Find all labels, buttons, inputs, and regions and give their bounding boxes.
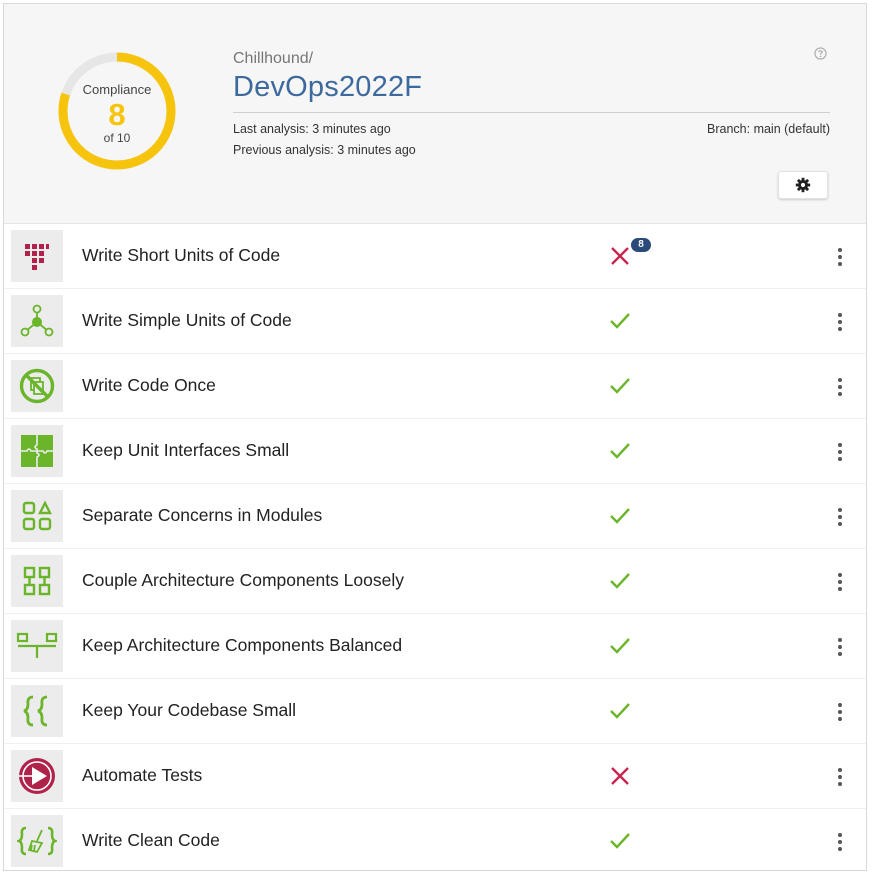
short-units-icon bbox=[25, 244, 49, 270]
header-divider bbox=[233, 112, 830, 113]
guideline-icon-tile bbox=[11, 685, 63, 737]
previous-analysis: Previous analysis: 3 minutes ago bbox=[233, 143, 416, 157]
guideline-icon-tile bbox=[11, 750, 63, 802]
pass-check-icon bbox=[610, 443, 630, 459]
guideline-label: Keep Architecture Components Balanced bbox=[82, 635, 403, 655]
gear-icon bbox=[795, 177, 811, 193]
pass-check-icon bbox=[610, 833, 630, 849]
guideline-label: Keep Unit Interfaces Small bbox=[82, 440, 290, 460]
more-options-icon[interactable] bbox=[830, 376, 850, 398]
guideline-icon-tile bbox=[11, 490, 63, 542]
pass-check-icon bbox=[610, 313, 630, 329]
guideline-row[interactable]: Write Code Once bbox=[4, 354, 866, 419]
guideline-icon-tile bbox=[11, 555, 63, 607]
repository-name[interactable]: DevOps2022F bbox=[233, 71, 422, 104]
guideline-row[interactable]: Keep Unit Interfaces Small bbox=[4, 419, 866, 484]
more-options-icon[interactable] bbox=[830, 246, 850, 268]
repository-owner[interactable]: Chillhound/ bbox=[233, 50, 313, 68]
pass-check-icon bbox=[610, 508, 630, 524]
guideline-list: Write Short Units of Code 8 Write Simple… bbox=[4, 224, 866, 873]
pass-check-icon bbox=[610, 378, 630, 394]
project-card: Compliance 8 of 10 Chillhound/ DevOps202… bbox=[3, 3, 867, 871]
components-icon bbox=[23, 566, 51, 596]
more-options-icon[interactable] bbox=[830, 506, 850, 528]
guideline-label: Couple Architecture Components Loosely bbox=[82, 570, 404, 590]
code-once-icon bbox=[19, 368, 55, 404]
more-options-icon[interactable] bbox=[830, 766, 850, 788]
pass-check-icon bbox=[610, 573, 630, 589]
guideline-label: Keep Your Codebase Small bbox=[82, 700, 297, 720]
guideline-row[interactable]: Automate Tests bbox=[4, 744, 866, 809]
more-options-icon[interactable] bbox=[830, 571, 850, 593]
guideline-label: Write Clean Code bbox=[82, 830, 220, 850]
braces-icon bbox=[23, 695, 48, 727]
guideline-row[interactable]: Write Simple Units of Code bbox=[4, 289, 866, 354]
project-header: Compliance 8 of 10 Chillhound/ DevOps202… bbox=[4, 4, 866, 224]
last-analysis: Last analysis: 3 minutes ago bbox=[233, 122, 391, 136]
guideline-icon-tile bbox=[11, 360, 63, 412]
puzzle-icon bbox=[21, 435, 53, 467]
guideline-label: Write Simple Units of Code bbox=[82, 310, 292, 330]
branch-info: Branch: main (default) bbox=[707, 122, 830, 136]
broom-braces-icon bbox=[17, 826, 57, 856]
guideline-icon-tile bbox=[11, 425, 63, 477]
compliance-max: of 10 bbox=[103, 131, 131, 145]
guideline-row[interactable]: Keep Your Codebase Small bbox=[4, 679, 866, 744]
question-circle-icon[interactable] bbox=[814, 47, 827, 60]
settings-button[interactable] bbox=[778, 171, 828, 199]
compliance-score: 8 bbox=[108, 97, 126, 132]
more-options-icon[interactable] bbox=[830, 701, 850, 723]
pass-check-icon bbox=[610, 703, 630, 719]
simple-units-icon bbox=[20, 304, 54, 337]
guideline-icon-tile bbox=[11, 620, 63, 672]
guideline-icon-tile bbox=[11, 815, 63, 867]
compliance-gauge: Compliance 8 of 10 bbox=[55, 49, 179, 173]
guideline-label: Separate Concerns in Modules bbox=[82, 505, 323, 525]
guideline-row[interactable]: Keep Architecture Components Balanced bbox=[4, 614, 866, 679]
more-options-icon[interactable] bbox=[830, 831, 850, 853]
pass-check-icon bbox=[610, 638, 630, 654]
guideline-label: Automate Tests bbox=[82, 765, 203, 785]
guideline-row[interactable]: Write Clean Code bbox=[4, 809, 866, 873]
guideline-row[interactable]: Couple Architecture Components Loosely bbox=[4, 549, 866, 614]
violation-count-badge: 8 bbox=[631, 238, 651, 252]
fail-cross-icon bbox=[611, 247, 629, 265]
compliance-label: Compliance bbox=[82, 82, 152, 97]
play-icon bbox=[19, 758, 55, 794]
guideline-icon-tile bbox=[11, 230, 63, 282]
guideline-icon-tile bbox=[11, 295, 63, 347]
more-options-icon[interactable] bbox=[830, 441, 850, 463]
guideline-row[interactable]: Separate Concerns in Modules bbox=[4, 484, 866, 549]
fail-cross-icon bbox=[611, 767, 629, 785]
guideline-label: Write Short Units of Code bbox=[82, 245, 281, 265]
modules-icon bbox=[22, 500, 52, 531]
guideline-label: Write Code Once bbox=[82, 375, 216, 395]
more-options-icon[interactable] bbox=[830, 636, 850, 658]
more-options-icon[interactable] bbox=[830, 311, 850, 333]
guideline-row[interactable]: Write Short Units of Code 8 bbox=[4, 224, 866, 289]
balance-icon bbox=[16, 632, 58, 658]
